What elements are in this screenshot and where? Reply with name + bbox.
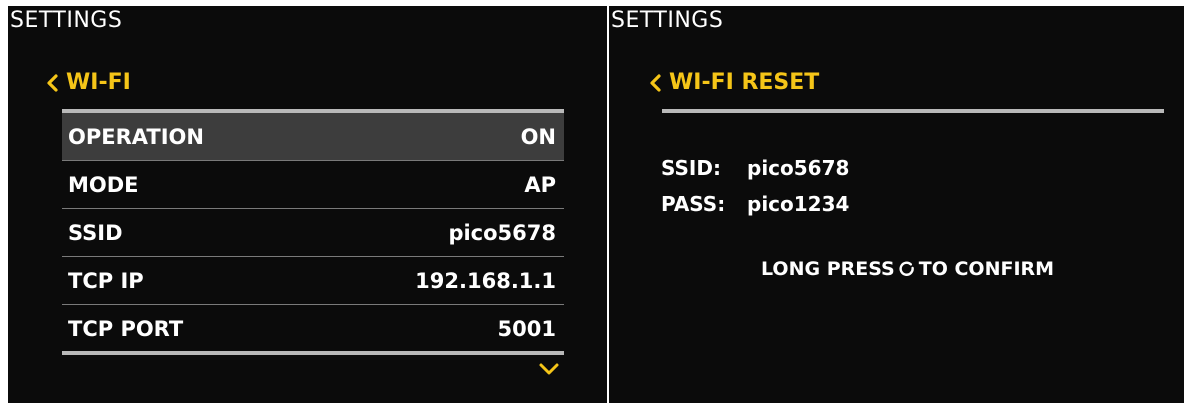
confirm-text-before: LONG PRESS	[761, 258, 895, 280]
settings-row-ssid[interactable]: SSID pico5678	[62, 209, 564, 257]
pass-value: pico1234	[747, 192, 850, 216]
settings-row-mode[interactable]: MODE AP	[62, 161, 564, 209]
ssid-line: SSID: pico5678	[661, 156, 849, 180]
confirm-text-after: TO CONFIRM	[918, 258, 1055, 280]
row-label: TCP IP	[68, 268, 144, 293]
row-value: pico5678	[448, 220, 556, 245]
row-label: SSID	[68, 220, 123, 245]
settings-row-tcp-port[interactable]: TCP PORT 5001	[62, 305, 564, 352]
pass-line: PASS: pico1234	[661, 192, 849, 216]
chevron-left-icon	[650, 73, 661, 92]
back-button-wifi-reset[interactable]: WI-FI RESET	[647, 70, 819, 95]
pass-key: PASS:	[661, 192, 726, 216]
row-value: AP	[524, 172, 556, 197]
header-divider	[662, 109, 1164, 113]
row-label: OPERATION	[68, 124, 204, 149]
settings-row-tcp-ip[interactable]: TCP IP 192.168.1.1	[62, 257, 564, 305]
round-button-icon	[899, 261, 914, 276]
ssid-value: pico5678	[747, 156, 850, 180]
list-bottom-divider	[62, 351, 564, 355]
chevron-left-icon	[47, 73, 58, 92]
settings-list: OPERATION ON MODE AP SSID pico5678 TCP I…	[62, 113, 564, 352]
row-label: MODE	[68, 172, 139, 197]
back-button-wifi[interactable]: WI-FI	[44, 70, 131, 95]
back-label: WI-FI	[66, 70, 131, 95]
chevron-down-icon[interactable]	[538, 362, 560, 376]
row-value: ON	[520, 124, 556, 149]
wifi-settings-screen: SETTINGS WI-FI OPERATION ON MODE AP SSID…	[8, 6, 607, 403]
row-label: TCP PORT	[68, 316, 184, 341]
row-value: 192.168.1.1	[415, 268, 556, 293]
row-value: 5001	[497, 316, 556, 341]
ssid-key: SSID:	[661, 156, 721, 180]
settings-row-operation[interactable]: OPERATION ON	[62, 113, 564, 161]
screen-title: SETTINGS	[611, 8, 724, 33]
wifi-reset-screen: SETTINGS WI-FI RESET SSID: pico5678 PASS…	[609, 6, 1184, 403]
back-label: WI-FI RESET	[669, 70, 820, 95]
screen-title: SETTINGS	[10, 8, 123, 33]
confirm-instruction: LONG PRESS TO CONFIRM	[761, 258, 1054, 280]
